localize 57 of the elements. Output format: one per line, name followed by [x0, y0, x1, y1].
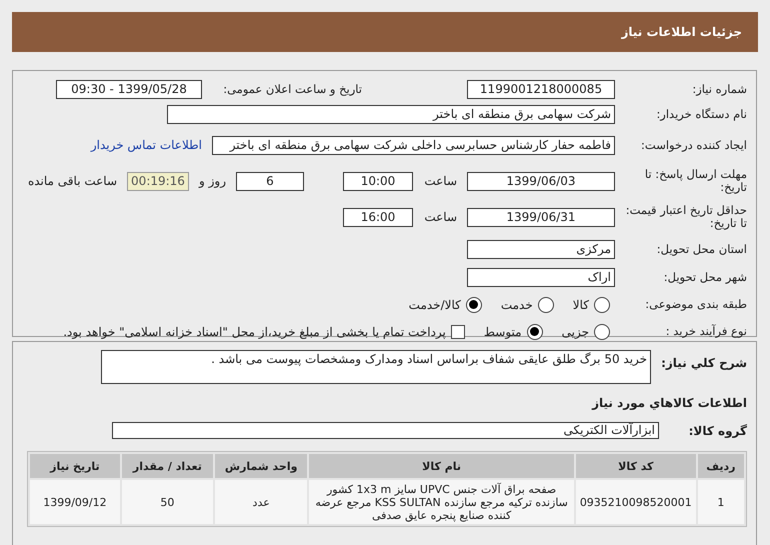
checkbox-label: پرداخت تمام یا بخشی از مبلغ خرید،از محل "اسناد خزانه اسلامی" خواهد بود.	[63, 324, 446, 338]
table-cell: 50	[122, 480, 213, 524]
value-field: 1399/06/31	[467, 208, 615, 226]
column-header: واحد شمارش	[214, 454, 308, 478]
value-field: اراک	[467, 268, 615, 286]
value-field: 10:00	[343, 172, 413, 190]
field-label: استان محل تحویل:	[656, 242, 747, 256]
column-header: نام کالا	[309, 454, 574, 478]
description-box: خرید 50 برگ طلق عایقی شفاف براساس اسناد ومدارک ومشخصات پیوست می باشد .	[101, 350, 652, 384]
value-field: فاطمه حفار کارشناس حسابرسی داخلی شرکت سهامی برق منطقه ای باختر	[212, 136, 615, 154]
option-label: خدمت	[500, 298, 533, 312]
value-field: 16:00	[343, 208, 413, 226]
value-field: 1399/06/03	[467, 172, 615, 190]
field-label: طبقه بندی موضوعی:	[644, 298, 747, 311]
table-cell: 0935210098520001	[576, 480, 696, 524]
column-header: تاریخ نیاز	[30, 454, 120, 478]
column-header: کد کالا	[576, 454, 696, 478]
radio-button[interactable]	[594, 296, 610, 312]
column-header: ردیف	[698, 454, 744, 478]
countdown-field: 00:19:16	[127, 172, 189, 190]
value-field: مرکزی	[467, 240, 615, 258]
field-label: روز و	[199, 174, 226, 188]
buyer-contact-link[interactable]: اطلاعات تماس خریدار	[90, 138, 202, 152]
value-field: 6	[236, 172, 304, 190]
field-label: حداقل تاریخ اعتبار قیمت: تا تاریخ:	[625, 204, 747, 230]
section-label: گروه کالا:	[688, 424, 747, 438]
radio-button[interactable]	[526, 324, 543, 340]
value-field: شرکت سهامی برق منطقه ای باختر	[167, 105, 615, 124]
option-label: کالا/خدمت	[408, 298, 461, 312]
section-label: شرح کلي نیاز:	[661, 356, 747, 370]
table-cell: عدد	[214, 480, 308, 524]
field-label: مهلت ارسال پاسخ: تا تاریخ:	[644, 168, 747, 194]
option-label: متوسط	[484, 324, 522, 338]
field-label: نام دستگاه خریدار:	[655, 108, 747, 121]
field-label: ایجاد کننده درخواست:	[640, 138, 747, 152]
field-label: شهر محل تحویل:	[662, 270, 747, 284]
field-label: تاریخ و ساعت اعلان عمومی:	[222, 83, 362, 96]
value-field: 1399/05/28 - 09:30	[56, 80, 202, 99]
table-cell: صفحه براق آلات جنس UPVC سایز 1x3 m کشور سازنده ترکیه مرجع سازنده KSS SULTAN مرجع عرضه کننده صنایع پنجره عایق صدفی	[309, 480, 574, 524]
field-label: ساعت باقی مانده	[28, 174, 117, 188]
page-header: جزئیات اطلاعات نیاز	[12, 12, 758, 52]
radio-button[interactable]	[594, 324, 610, 340]
value-field: ابزارآلات الکتریکی	[112, 422, 659, 439]
value-field: 1199001218000085	[467, 80, 615, 99]
table-cell: 1	[698, 480, 744, 524]
field-label: ساعت	[423, 210, 457, 224]
field-label: ساعت	[423, 174, 457, 188]
column-header: تعداد / مقدار	[122, 454, 213, 478]
option-label: جزیی	[562, 324, 589, 338]
field-label: نوع فرآیند خرید :	[664, 325, 747, 338]
radio-button[interactable]	[538, 296, 554, 312]
radio-button[interactable]	[466, 296, 482, 312]
section-title: اطلاعات کالاهاي مورد نیاز	[590, 396, 747, 410]
table-cell: 1399/09/12	[30, 480, 120, 524]
field-label: شماره نیاز:	[691, 83, 747, 96]
option-label: کالا	[572, 298, 589, 312]
checkbox[interactable]	[450, 324, 465, 338]
